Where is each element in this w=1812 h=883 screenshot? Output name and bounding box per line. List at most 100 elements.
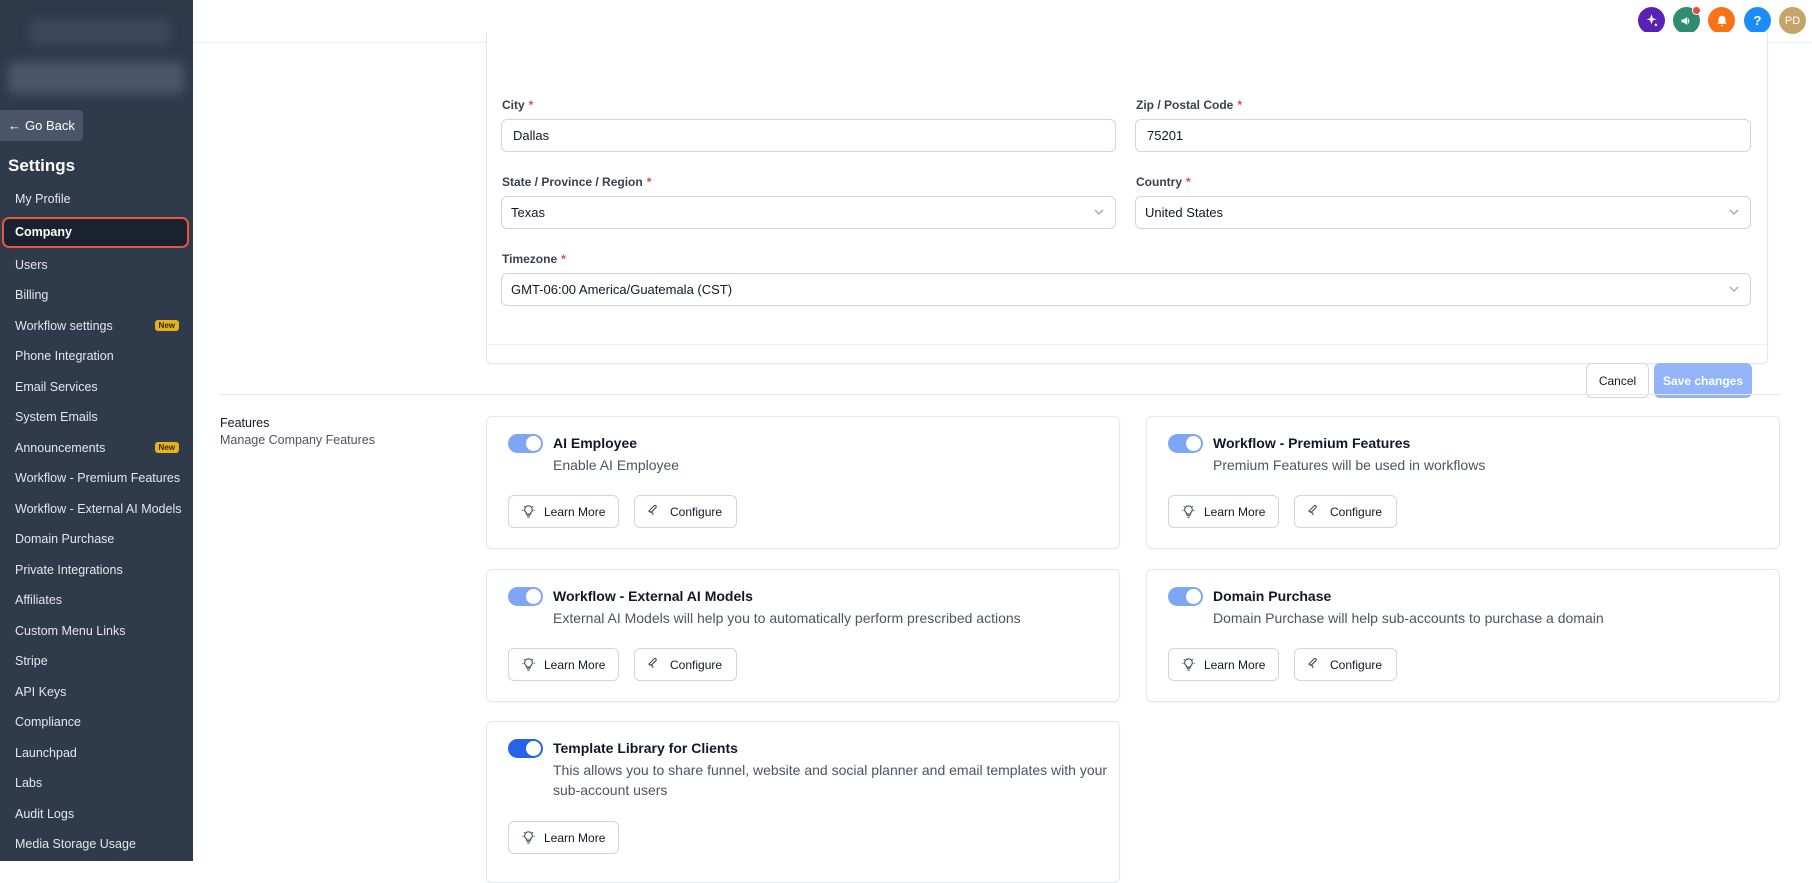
city-input[interactable]: Dallas [501,119,1116,152]
cancel-button[interactable]: Cancel [1586,363,1649,398]
card-footer-divider [487,344,1767,345]
configure-button[interactable]: Configure [634,495,737,528]
configure-label: Configure [670,504,723,519]
feature-title: Template Library for Clients [553,740,738,756]
sidebar-item-users[interactable]: Users [0,250,193,281]
template-library-toggle[interactable] [508,739,543,758]
sidebar-item-compliance[interactable]: Compliance [0,707,193,738]
sidebar-item-workflow-settings[interactable]: Workflow settings New [0,311,193,342]
avatar[interactable]: PD [1779,7,1806,34]
notification-dot [1692,6,1701,15]
lightbulb-icon [1182,658,1195,671]
sidebar-item-billing[interactable]: Billing [0,280,193,311]
sidebar-item-label: Billing [15,288,49,303]
sidebar-item-system-emails[interactable]: System Emails [0,402,193,433]
settings-menu: My Profile Company Users Billing Workflo… [0,184,193,860]
help-icon[interactable]: ? [1744,7,1771,34]
learn-more-label: Learn More [1204,504,1266,519]
city-value: Dallas [513,128,550,143]
feature-title: Domain Purchase [1213,588,1332,604]
workflow-premium-toggle[interactable] [1168,434,1203,453]
external-ai-models-toggle[interactable] [508,587,543,606]
new-badge: New [154,441,179,453]
configure-label: Configure [670,657,723,672]
lightbulb-icon [522,505,535,518]
feature-title: Workflow - Premium Features [1213,435,1411,451]
sidebar-item-label: Announcements [15,440,106,455]
sidebar-item-affiliates[interactable]: Affiliates [0,585,193,616]
sidebar-item-stripe[interactable]: Stripe [0,646,193,677]
sidebar-item-company[interactable]: Company [2,216,189,248]
ai-employee-toggle[interactable] [508,434,543,453]
configure-button[interactable]: Configure [1294,648,1397,681]
sidebar-item-my-profile[interactable]: My Profile [0,184,193,215]
megaphone-icon[interactable] [1673,6,1701,34]
learn-more-label: Learn More [544,657,606,672]
feature-card-workflow-premium: Workflow - Premium Features Premium Feat… [1146,416,1780,549]
feature-description: Domain Purchase will help sub-accounts t… [1213,610,1604,626]
learn-more-button[interactable]: Learn More [508,821,619,854]
sidebar-item-private-integrations[interactable]: Private Integrations [0,555,193,586]
lightbulb-icon [1182,505,1195,518]
toggle-knob [526,436,541,451]
country-value: United States [1145,205,1224,220]
learn-more-label: Learn More [544,830,606,845]
learn-more-label: Learn More [1204,657,1266,672]
sidebar-item-label: Media Storage Usage [15,837,136,852]
chevron-down-icon [1729,286,1739,292]
state-select[interactable]: Texas [501,196,1116,229]
zip-input[interactable]: 75201 [1135,119,1751,152]
sidebar-item-custom-menu-links[interactable]: Custom Menu Links [0,616,193,647]
configure-button[interactable]: Configure [1294,495,1397,528]
timezone-select[interactable]: GMT-06:00 America/Guatemala (CST) [501,273,1751,306]
state-label: State / Province / Region * [502,175,652,189]
zip-value: 75201 [1147,128,1184,143]
sidebar-item-workflow-premium-features[interactable]: Workflow - Premium Features [0,463,193,494]
sidebar-item-label: Email Services [15,379,98,394]
learn-more-button[interactable]: Learn More [508,648,619,681]
section-divider [220,394,1780,395]
sidebar-item-media-storage-usage[interactable]: Media Storage Usage [0,829,193,860]
learn-more-button[interactable]: Learn More [508,495,619,528]
sparkle-icon[interactable] [1638,7,1665,34]
sidebar-item-domain-purchase[interactable]: Domain Purchase [0,524,193,555]
sidebar-item-announcements[interactable]: Announcements New [0,433,193,464]
account-switcher[interactable] [8,62,184,94]
sidebar-item-launchpad[interactable]: Launchpad [0,738,193,769]
timezone-value: GMT-06:00 America/Guatemala (CST) [511,282,733,297]
feature-card-ai-employee: AI Employee Enable AI Employee Learn Mor… [486,416,1120,549]
wrench-icon [1308,505,1317,516]
sidebar-item-label: Domain Purchase [15,532,115,547]
sidebar-item-label: Company [15,225,72,239]
sidebar-item-email-services[interactable]: Email Services [0,372,193,403]
sidebar-item-label: Compliance [15,715,82,730]
sidebar-item-labs[interactable]: Labs [0,768,193,799]
arrow-left-icon: ← [8,118,21,133]
bell-icon[interactable] [1708,7,1735,34]
chevron-down-icon [1729,209,1739,215]
lightbulb-icon [522,658,535,671]
sidebar-item-label: Launchpad [15,745,77,760]
toggle-knob [526,589,541,604]
sidebar-item-api-keys[interactable]: API Keys [0,677,193,708]
company-logo [30,20,170,44]
sidebar-item-phone-integration[interactable]: Phone Integration [0,341,193,372]
save-changes-button[interactable]: Save changes [1654,363,1752,398]
sidebar-item-workflow-external-ai-models[interactable]: Workflow - External AI Models [0,494,193,525]
toggle-knob [526,741,541,756]
feature-description: Premium Features will be used in workflo… [1213,457,1486,473]
domain-purchase-toggle[interactable] [1168,587,1203,606]
megaphone-glyph [1680,16,1689,25]
sidebar-item-label: Workflow - External AI Models [15,501,182,516]
learn-more-button[interactable]: Learn More [1168,495,1279,528]
wrench-icon [1308,658,1317,669]
configure-button[interactable]: Configure [634,648,737,681]
learn-more-button[interactable]: Learn More [1168,648,1279,681]
sparkle-glyph [1646,14,1658,27]
state-value: Texas [511,205,545,220]
sidebar-item-audit-logs[interactable]: Audit Logs [0,799,193,830]
country-select[interactable]: United States [1135,196,1751,229]
sidebar-item-label: API Keys [15,684,67,699]
go-back-button[interactable]: ← Go Back [0,110,83,141]
sidebar-item-label: Workflow - Premium Features [15,471,181,486]
